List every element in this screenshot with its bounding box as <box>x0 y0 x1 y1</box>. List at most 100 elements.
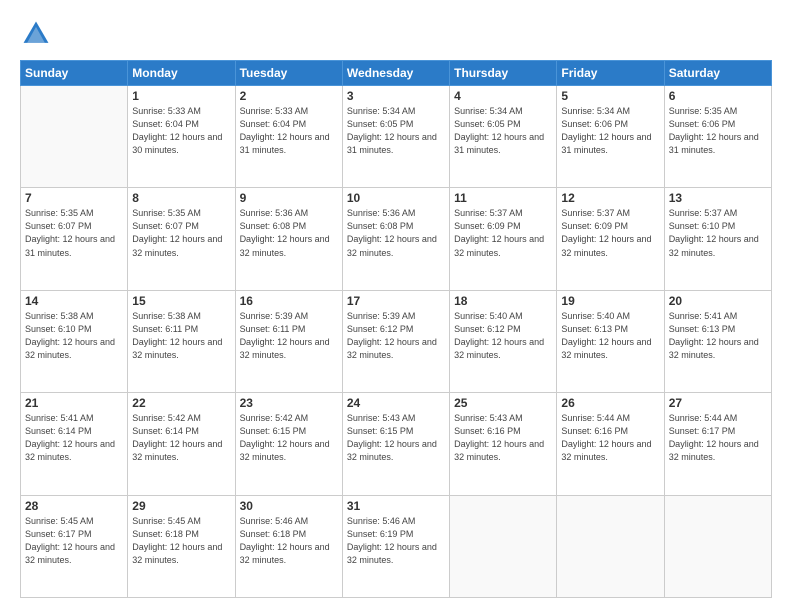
calendar-cell: 2 Sunrise: 5:33 AMSunset: 6:04 PMDaylight… <box>235 86 342 188</box>
calendar-cell: 14 Sunrise: 5:38 AMSunset: 6:10 PMDayligh… <box>21 290 128 392</box>
cell-info: Sunrise: 5:40 AMSunset: 6:12 PMDaylight:… <box>454 310 552 362</box>
cell-info: Sunrise: 5:45 AMSunset: 6:18 PMDaylight:… <box>132 515 230 567</box>
day-number: 19 <box>561 294 659 308</box>
cell-info: Sunrise: 5:37 AMSunset: 6:09 PMDaylight:… <box>561 207 659 259</box>
calendar-cell: 6 Sunrise: 5:35 AMSunset: 6:06 PMDaylight… <box>664 86 771 188</box>
logo <box>20 18 58 50</box>
cell-info: Sunrise: 5:46 AMSunset: 6:18 PMDaylight:… <box>240 515 338 567</box>
day-number: 29 <box>132 499 230 513</box>
cell-info: Sunrise: 5:41 AMSunset: 6:14 PMDaylight:… <box>25 412 123 464</box>
cell-info: Sunrise: 5:34 AMSunset: 6:05 PMDaylight:… <box>347 105 445 157</box>
cell-info: Sunrise: 5:37 AMSunset: 6:10 PMDaylight:… <box>669 207 767 259</box>
weekday-header-row: SundayMondayTuesdayWednesdayThursdayFrid… <box>21 61 772 86</box>
calendar-cell <box>450 495 557 597</box>
day-number: 3 <box>347 89 445 103</box>
cell-info: Sunrise: 5:38 AMSunset: 6:10 PMDaylight:… <box>25 310 123 362</box>
calendar-cell: 23Sunrise: 5:42 AMSunset: 6:15 PMDayligh… <box>235 393 342 495</box>
calendar-table: SundayMondayTuesdayWednesdayThursdayFrid… <box>20 60 772 598</box>
day-number: 18 <box>454 294 552 308</box>
cell-info: Sunrise: 5:40 AMSunset: 6:13 PMDaylight:… <box>561 310 659 362</box>
cell-info: Sunrise: 5:43 AMSunset: 6:16 PMDaylight:… <box>454 412 552 464</box>
calendar-cell: 30 Sunrise: 5:46 AMSunset: 6:18 PMDayligh… <box>235 495 342 597</box>
day-number: 5 <box>561 89 659 103</box>
day-number: 16 <box>240 294 338 308</box>
calendar-cell: 10 Sunrise: 5:36 AMSunset: 6:08 PMDayligh… <box>342 188 449 290</box>
calendar-cell: 8Sunrise: 5:35 AMSunset: 6:07 PMDaylight… <box>128 188 235 290</box>
calendar-week-4: 21 Sunrise: 5:41 AMSunset: 6:14 PMDayligh… <box>21 393 772 495</box>
day-number: 27 <box>669 396 767 410</box>
cell-info: Sunrise: 5:36 AMSunset: 6:08 PMDaylight:… <box>347 207 445 259</box>
calendar-cell: 29 Sunrise: 5:45 AMSunset: 6:18 PMDayligh… <box>128 495 235 597</box>
calendar-cell: 13 Sunrise: 5:37 AMSunset: 6:10 PMDayligh… <box>664 188 771 290</box>
cell-info: Sunrise: 5:35 AMSunset: 6:06 PMDaylight:… <box>669 105 767 157</box>
logo-icon <box>20 18 52 50</box>
calendar-cell: 25 Sunrise: 5:43 AMSunset: 6:16 PMDayligh… <box>450 393 557 495</box>
weekday-friday: Friday <box>557 61 664 86</box>
calendar-cell: 4 Sunrise: 5:34 AMSunset: 6:05 PMDaylight… <box>450 86 557 188</box>
cell-info: Sunrise: 5:34 AMSunset: 6:05 PMDaylight:… <box>454 105 552 157</box>
day-number: 20 <box>669 294 767 308</box>
cell-info: Sunrise: 5:44 AMSunset: 6:17 PMDaylight:… <box>669 412 767 464</box>
calendar-cell: 22Sunrise: 5:42 AMSunset: 6:14 PMDayligh… <box>128 393 235 495</box>
cell-info: Sunrise: 5:45 AMSunset: 6:17 PMDaylight:… <box>25 515 123 567</box>
day-number: 2 <box>240 89 338 103</box>
weekday-tuesday: Tuesday <box>235 61 342 86</box>
calendar-cell: 15Sunrise: 5:38 AMSunset: 6:11 PMDayligh… <box>128 290 235 392</box>
cell-info: Sunrise: 5:46 AMSunset: 6:19 PMDaylight:… <box>347 515 445 567</box>
calendar-week-3: 14 Sunrise: 5:38 AMSunset: 6:10 PMDayligh… <box>21 290 772 392</box>
day-number: 1 <box>132 89 230 103</box>
day-number: 7 <box>25 191 123 205</box>
calendar-cell: 5 Sunrise: 5:34 AMSunset: 6:06 PMDaylight… <box>557 86 664 188</box>
calendar-cell: 17Sunrise: 5:39 AMSunset: 6:12 PMDayligh… <box>342 290 449 392</box>
day-number: 24 <box>347 396 445 410</box>
calendar-cell: 12 Sunrise: 5:37 AMSunset: 6:09 PMDayligh… <box>557 188 664 290</box>
day-number: 30 <box>240 499 338 513</box>
page: SundayMondayTuesdayWednesdayThursdayFrid… <box>0 0 792 612</box>
calendar-week-5: 28 Sunrise: 5:45 AMSunset: 6:17 PMDayligh… <box>21 495 772 597</box>
cell-info: Sunrise: 5:44 AMSunset: 6:16 PMDaylight:… <box>561 412 659 464</box>
day-number: 21 <box>25 396 123 410</box>
day-number: 12 <box>561 191 659 205</box>
calendar-cell: 28 Sunrise: 5:45 AMSunset: 6:17 PMDayligh… <box>21 495 128 597</box>
day-number: 28 <box>25 499 123 513</box>
cell-info: Sunrise: 5:37 AMSunset: 6:09 PMDaylight:… <box>454 207 552 259</box>
day-number: 6 <box>669 89 767 103</box>
weekday-saturday: Saturday <box>664 61 771 86</box>
day-number: 25 <box>454 396 552 410</box>
calendar-cell: 19 Sunrise: 5:40 AMSunset: 6:13 PMDayligh… <box>557 290 664 392</box>
calendar-cell: 16 Sunrise: 5:39 AMSunset: 6:11 PMDayligh… <box>235 290 342 392</box>
weekday-wednesday: Wednesday <box>342 61 449 86</box>
day-number: 26 <box>561 396 659 410</box>
calendar-cell: 1 Sunrise: 5:33 AMSunset: 6:04 PMDaylight… <box>128 86 235 188</box>
cell-info: Sunrise: 5:35 AMSunset: 6:07 PMDaylight:… <box>132 207 230 259</box>
calendar-cell: 3 Sunrise: 5:34 AMSunset: 6:05 PMDaylight… <box>342 86 449 188</box>
calendar-week-1: 1 Sunrise: 5:33 AMSunset: 6:04 PMDaylight… <box>21 86 772 188</box>
header <box>20 18 772 50</box>
calendar-cell: 9 Sunrise: 5:36 AMSunset: 6:08 PMDaylight… <box>235 188 342 290</box>
cell-info: Sunrise: 5:39 AMSunset: 6:12 PMDaylight:… <box>347 310 445 362</box>
calendar-cell: 31 Sunrise: 5:46 AMSunset: 6:19 PMDayligh… <box>342 495 449 597</box>
day-number: 9 <box>240 191 338 205</box>
day-number: 23 <box>240 396 338 410</box>
cell-info: Sunrise: 5:39 AMSunset: 6:11 PMDaylight:… <box>240 310 338 362</box>
day-number: 4 <box>454 89 552 103</box>
calendar-cell: 7Sunrise: 5:35 AMSunset: 6:07 PMDaylight… <box>21 188 128 290</box>
day-number: 11 <box>454 191 552 205</box>
day-number: 10 <box>347 191 445 205</box>
cell-info: Sunrise: 5:33 AMSunset: 6:04 PMDaylight:… <box>132 105 230 157</box>
cell-info: Sunrise: 5:34 AMSunset: 6:06 PMDaylight:… <box>561 105 659 157</box>
calendar-week-2: 7 Sunrise: 5:35 AMSunset: 6:07 PMDaylight… <box>21 188 772 290</box>
cell-info: Sunrise: 5:33 AMSunset: 6:04 PMDaylight:… <box>240 105 338 157</box>
weekday-thursday: Thursday <box>450 61 557 86</box>
calendar-cell: 21 Sunrise: 5:41 AMSunset: 6:14 PMDayligh… <box>21 393 128 495</box>
day-number: 14 <box>25 294 123 308</box>
calendar-cell: 27 Sunrise: 5:44 AMSunset: 6:17 PMDayligh… <box>664 393 771 495</box>
weekday-monday: Monday <box>128 61 235 86</box>
cell-info: Sunrise: 5:41 AMSunset: 6:13 PMDaylight:… <box>669 310 767 362</box>
weekday-sunday: Sunday <box>21 61 128 86</box>
day-number: 31 <box>347 499 445 513</box>
cell-info: Sunrise: 5:36 AMSunset: 6:08 PMDaylight:… <box>240 207 338 259</box>
calendar-cell <box>21 86 128 188</box>
day-number: 13 <box>669 191 767 205</box>
calendar-cell: 26 Sunrise: 5:44 AMSunset: 6:16 PMDayligh… <box>557 393 664 495</box>
